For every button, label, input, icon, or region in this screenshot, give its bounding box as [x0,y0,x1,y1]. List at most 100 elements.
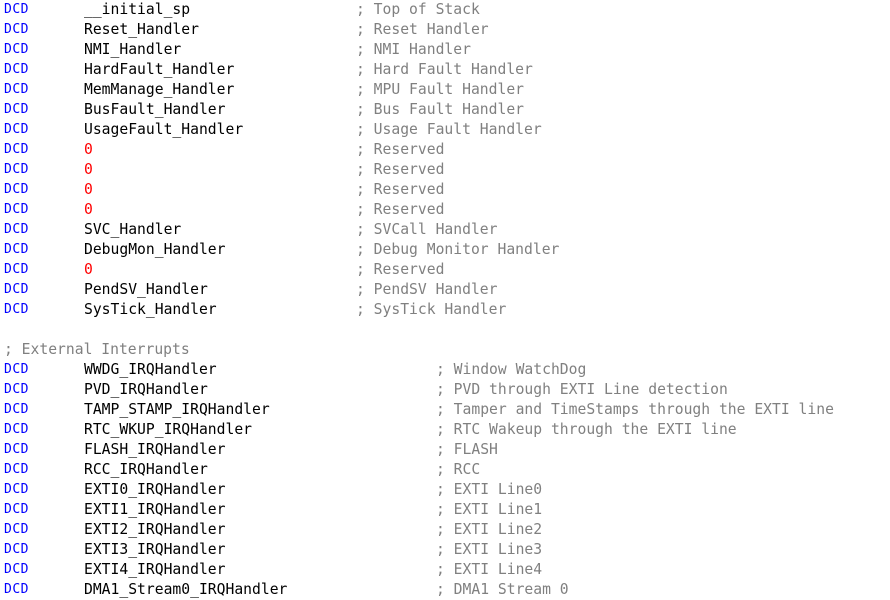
operand-number: 0 [84,161,93,178]
operand-symbol: DebugMon_Handler [84,241,226,258]
operand-symbol: SVC_Handler [84,221,182,238]
line-comment: ; Debug Monitor Handler [356,241,560,258]
line-comment: ; PendSV Handler [356,281,498,298]
line-comment: ; DMA1 Stream 0 [436,581,569,598]
code-line[interactable]: DCD 0 ; Reserved [0,140,890,160]
operand-symbol: RCC_IRQHandler [84,461,208,478]
directive-keyword: DCD [4,122,29,137]
code-line[interactable]: DCD EXTI1_IRQHandler ; EXTI Line1 [0,500,890,520]
code-line[interactable]: DCD DMA1_Stream0_IRQHandler ; DMA1 Stream … [0,580,890,600]
operand-symbol: PendSV_Handler [84,281,208,298]
code-line[interactable]: DCD WWDG_IRQHandler ; Window WatchDog [0,360,890,380]
line-comment: ; Reserved [356,261,445,278]
line-comment: ; Reserved [356,201,445,218]
code-line[interactable]: DCD EXTI3_IRQHandler ; EXTI Line3 [0,540,890,560]
directive-keyword: DCD [4,502,29,517]
directive-keyword: DCD [4,2,29,17]
line-comment: ; Reserved [356,141,445,158]
code-editor-viewport[interactable]: DCD __initial_sp ; Top of Stack DCD Reset_Ha… [0,0,890,598]
operand-number: 0 [84,141,93,158]
line-comment: ; Top of Stack [356,1,480,18]
operand-symbol: BusFault_Handler [84,101,226,118]
operand-symbol: RTC_WKUP_IRQHandler [84,421,253,438]
code-line[interactable]: DCD PVD_IRQHandler ; PVD through EXTI Line… [0,380,890,400]
line-comment: ; Reserved [356,181,445,198]
code-line[interactable]: ; External Interrupts [0,340,890,360]
directive-keyword: DCD [4,462,29,477]
code-line[interactable]: DCD FLASH_IRQHandler ; FLASH [0,440,890,460]
code-line[interactable]: DCD Reset_Handler ; Reset Handler [0,20,890,40]
directive-keyword: DCD [4,302,29,317]
operand-symbol: PVD_IRQHandler [84,381,208,398]
directive-keyword: DCD [4,282,29,297]
operand-symbol: TAMP_STAMP_IRQHandler [84,401,270,418]
code-line[interactable]: DCD PendSV_Handler ; PendSV Handler [0,280,890,300]
directive-keyword: DCD [4,542,29,557]
operand-number: 0 [84,201,93,218]
directive-keyword: DCD [4,82,29,97]
line-comment: ; EXTI Line0 [436,481,543,498]
line-comment: ; EXTI Line2 [436,521,543,538]
directive-keyword: DCD [4,402,29,417]
code-line[interactable]: DCD DebugMon_Handler ; Debug Monitor Handl… [0,240,890,260]
code-line[interactable]: DCD __initial_sp ; Top of Stack [0,0,890,20]
code-line[interactable]: DCD SVC_Handler ; SVCall Handler [0,220,890,240]
operand-symbol: SysTick_Handler [84,301,217,318]
code-line[interactable]: DCD 0 ; Reserved [0,180,890,200]
directive-keyword: DCD [4,62,29,77]
line-comment: ; MPU Fault Handler [356,81,525,98]
directive-keyword: DCD [4,22,29,37]
operand-symbol: __initial_sp [84,1,191,18]
operand-symbol: WWDG_IRQHandler [84,361,217,378]
code-line[interactable]: DCD RCC_IRQHandler ; RCC [0,460,890,480]
line-comment: ; FLASH [436,441,498,458]
directive-keyword: DCD [4,362,29,377]
code-line[interactable]: DCD 0 ; Reserved [0,200,890,220]
line-comment: ; Tamper and TimeStamps through the EXTI… [436,401,834,418]
operand-symbol: Reset_Handler [84,21,199,38]
directive-keyword: DCD [4,202,29,217]
directive-keyword: DCD [4,582,29,597]
directive-keyword: DCD [4,102,29,117]
code-line[interactable]: DCD 0 ; Reserved [0,260,890,280]
operand-symbol: UsageFault_Handler [84,121,244,138]
operand-symbol: DMA1_Stream0_IRQHandler [84,581,288,598]
line-comment: ; PVD through EXTI Line detection [436,381,728,398]
section-comment: ; External Interrupts [4,341,190,358]
directive-keyword: DCD [4,262,29,277]
line-comment: ; EXTI Line4 [436,561,543,578]
directive-keyword: DCD [4,142,29,157]
code-line[interactable]: DCD SysTick_Handler ; SysTick Handler [0,300,890,320]
code-line[interactable]: DCD EXTI4_IRQHandler ; EXTI Line4 [0,560,890,580]
operand-symbol: EXTI2_IRQHandler [84,521,226,538]
operand-symbol: EXTI0_IRQHandler [84,481,226,498]
code-line[interactable]: DCD BusFault_Handler ; Bus Fault Handler [0,100,890,120]
directive-keyword: DCD [4,242,29,257]
operand-symbol: FLASH_IRQHandler [84,441,226,458]
directive-keyword: DCD [4,182,29,197]
line-comment: ; Reset Handler [356,21,489,38]
code-line[interactable]: DCD 0 ; Reserved [0,160,890,180]
operand-symbol: HardFault_Handler [84,61,235,78]
code-line[interactable]: DCD NMI_Handler ; NMI Handler [0,40,890,60]
line-comment: ; EXTI Line3 [436,541,543,558]
line-comment: ; SVCall Handler [356,221,498,238]
directive-keyword: DCD [4,422,29,437]
code-line[interactable]: DCD HardFault_Handler ; Hard Fault Handler [0,60,890,80]
code-line[interactable]: DCD UsageFault_Handler ; Usage Fault Handl… [0,120,890,140]
code-line[interactable]: DCD RTC_WKUP_IRQHandler ; RTC Wakeup throu… [0,420,890,440]
line-comment: ; RTC Wakeup through the EXTI line [436,421,737,438]
directive-keyword: DCD [4,562,29,577]
code-line[interactable]: DCD TAMP_STAMP_IRQHandler ; Tamper and Tim… [0,400,890,420]
code-line[interactable]: DCD EXTI0_IRQHandler ; EXTI Line0 [0,480,890,500]
directive-keyword: DCD [4,222,29,237]
operand-symbol: MemManage_Handler [84,81,235,98]
code-line[interactable]: DCD EXTI2_IRQHandler ; EXTI Line2 [0,520,890,540]
line-comment: ; NMI Handler [356,41,471,58]
line-comment: ; Window WatchDog [436,361,587,378]
directive-keyword: DCD [4,522,29,537]
code-line[interactable]: DCD MemManage_Handler ; MPU Fault Handler [0,80,890,100]
directive-keyword: DCD [4,42,29,57]
directive-keyword: DCD [4,162,29,177]
